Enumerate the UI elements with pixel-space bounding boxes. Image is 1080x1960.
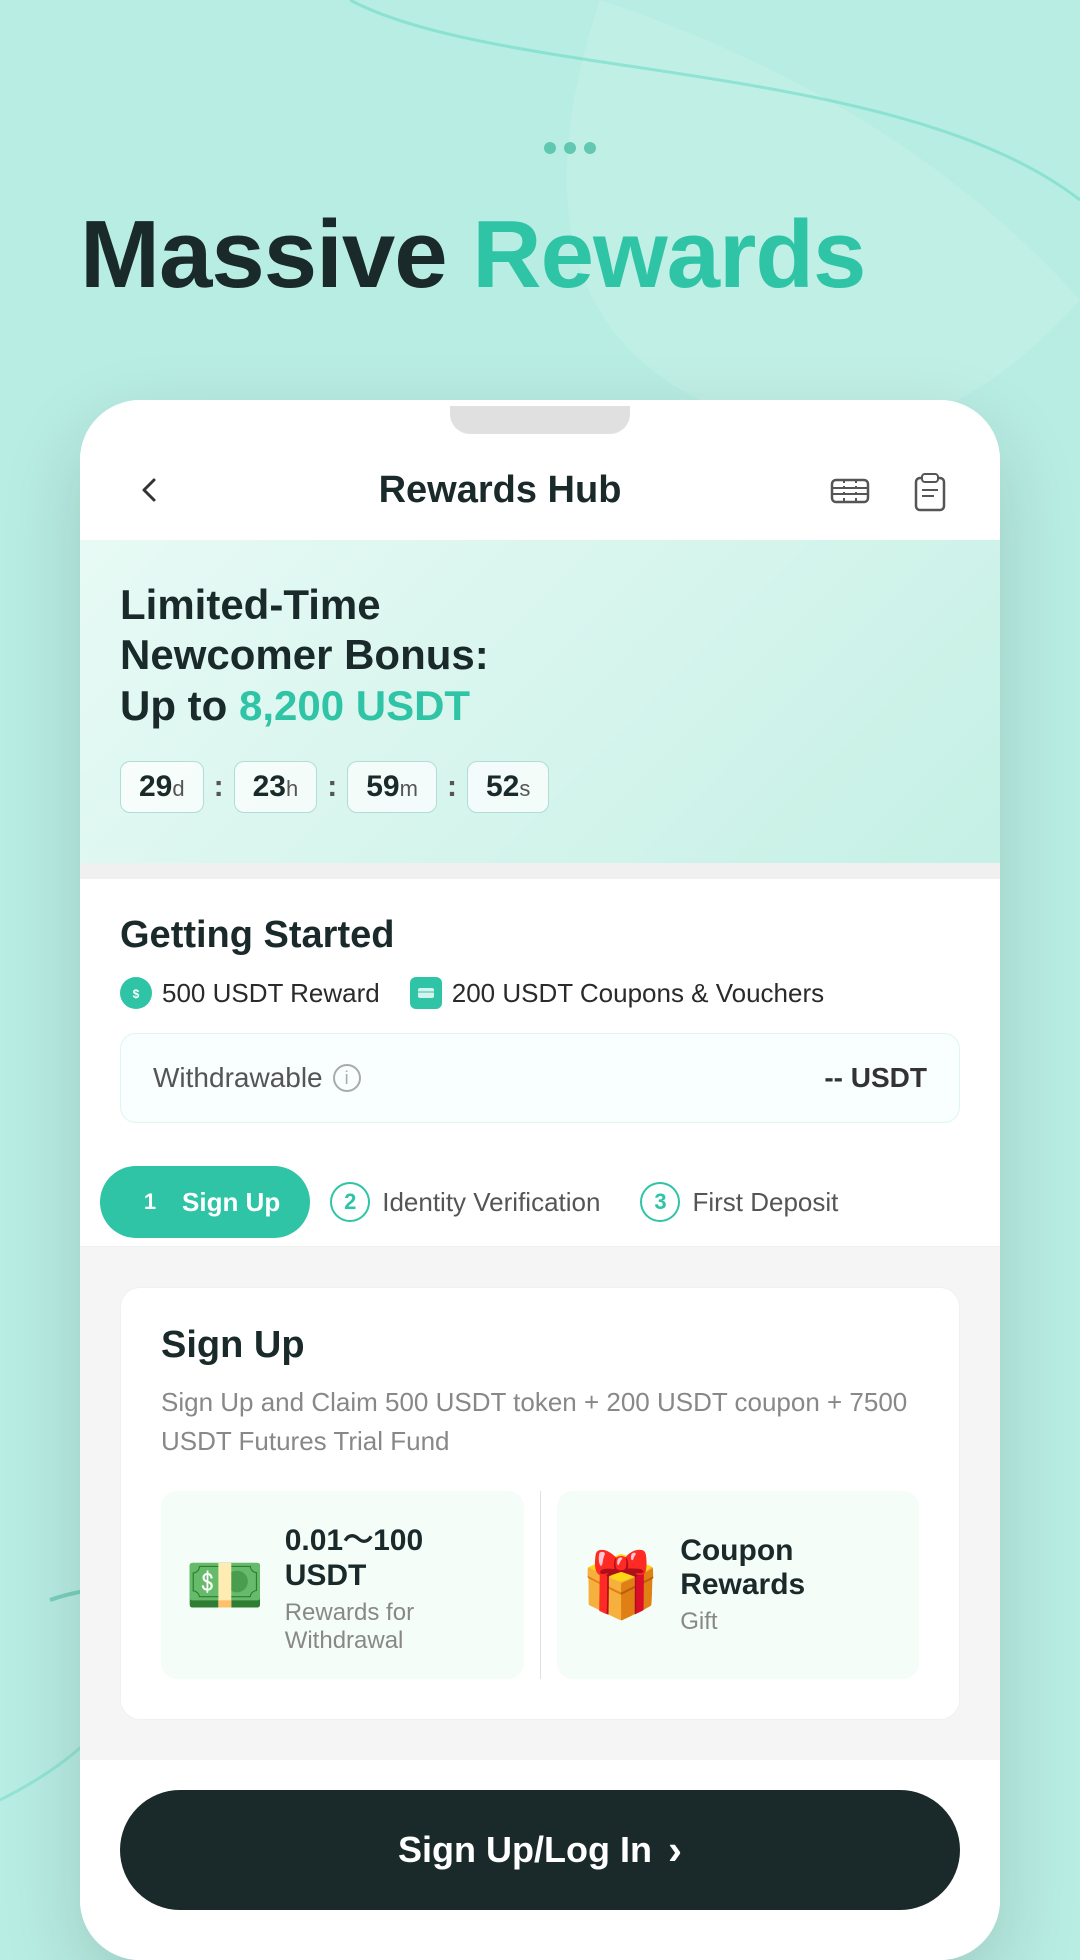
hero-highlight: Rewards xyxy=(472,201,865,308)
bottom-cta-section: Sign Up/Log In › xyxy=(80,1760,1000,1960)
signup-card-desc: Sign Up and Claim 500 USDT token + 200 U… xyxy=(161,1383,919,1461)
withdrawal-desc: Rewards forWithdrawal xyxy=(285,1599,423,1655)
withdrawable-value: -- USDT xyxy=(824,1062,927,1094)
nav-icons xyxy=(820,460,960,520)
countdown-timer: 29d : 23h : 59m : 52s xyxy=(120,761,960,813)
reward-badges: $ 500 USDT Reward 200 USDT Coupons & Vou… xyxy=(120,977,960,1009)
tab-signup-number: 1 xyxy=(130,1182,170,1222)
tab-identity[interactable]: 2 Identity Verification xyxy=(310,1158,620,1246)
coupon-reward-label: 200 USDT Coupons & Vouchers xyxy=(452,978,824,1009)
banner-amount: 8,200 USDT xyxy=(239,682,470,729)
banner-amount-prefix: Up to xyxy=(120,682,239,729)
withdrawable-row: Withdrawable i -- USDT xyxy=(120,1033,960,1123)
tab-signup-label: Sign Up xyxy=(182,1187,280,1218)
tab-signup[interactable]: 1 Sign Up xyxy=(100,1166,310,1238)
section-divider-1 xyxy=(80,863,1000,879)
withdrawable-label: Withdrawable i xyxy=(153,1062,361,1094)
cta-arrow: › xyxy=(668,1826,682,1874)
withdrawal-emoji: 💵 xyxy=(185,1553,265,1617)
nav-title: Rewards Hub xyxy=(379,469,622,512)
tab-deposit[interactable]: 3 First Deposit xyxy=(620,1158,858,1246)
banner-title: Limited-Time Newcomer Bonus: Up to 8,200… xyxy=(120,580,960,731)
tab-deposit-label: First Deposit xyxy=(692,1187,838,1218)
coupon-info: CouponRewards Gift xyxy=(680,1534,805,1636)
timer-hours: 23h xyxy=(234,761,318,813)
timer-seconds: 52s xyxy=(467,761,549,813)
coupon-icon-button[interactable] xyxy=(820,460,880,520)
usdt-reward-label: 500 USDT Reward xyxy=(162,978,380,1009)
coupon-emoji: 🎁 xyxy=(581,1553,661,1617)
signup-wrapper: Sign Up Sign Up and Claim 500 USDT token… xyxy=(80,1247,1000,1760)
coupon-reward-icon xyxy=(410,977,442,1009)
timer-minutes: 59m xyxy=(347,761,437,813)
banner-section: Limited-Time Newcomer Bonus: Up to 8,200… xyxy=(80,540,1000,863)
tab-identity-label: Identity Verification xyxy=(382,1187,600,1218)
signup-content-card: Sign Up Sign Up and Claim 500 USDT token… xyxy=(120,1287,960,1720)
getting-started-section: Getting Started $ 500 USDT Reward xyxy=(80,879,1000,1158)
getting-started-title: Getting Started xyxy=(120,914,960,957)
coupon-desc: Gift xyxy=(680,1608,805,1636)
svg-text:$: $ xyxy=(133,987,140,1001)
phone-notch xyxy=(450,406,630,434)
reward-card-withdrawal: 💵 0.01～100USDT Rewards forWithdrawal xyxy=(161,1491,524,1679)
timer-colon-3: : xyxy=(447,770,457,804)
coupon-amount: CouponRewards xyxy=(680,1534,805,1602)
withdrawal-info: 0.01～100USDT Rewards forWithdrawal xyxy=(285,1515,423,1655)
hero-title: Massive Rewards xyxy=(80,200,865,310)
step-tabs: 1 Sign Up 2 Identity Verification 3 Firs… xyxy=(80,1158,1000,1247)
banner-line2: Newcomer Bonus: xyxy=(120,631,489,678)
signup-card-title: Sign Up xyxy=(161,1324,919,1367)
cta-label: Sign Up/Log In xyxy=(398,1829,652,1871)
hero-prefix: Massive xyxy=(80,201,472,308)
usdt-reward-icon: $ xyxy=(120,977,152,1009)
phone-mockup: Rewards Hub xyxy=(80,400,1000,1960)
status-bar xyxy=(80,400,1000,440)
nav-bar: Rewards Hub xyxy=(80,440,1000,540)
reward-badge-coupon: 200 USDT Coupons & Vouchers xyxy=(410,977,824,1009)
tab-deposit-number: 3 xyxy=(640,1182,680,1222)
timer-colon-2: : xyxy=(327,770,337,804)
banner-line1: Limited-Time xyxy=(120,581,381,628)
rewards-grid: 💵 0.01～100USDT Rewards forWithdrawal 🎁 C… xyxy=(161,1491,919,1679)
signup-login-button[interactable]: Sign Up/Log In › xyxy=(120,1790,960,1910)
clipboard-icon-button[interactable] xyxy=(900,460,960,520)
timer-days: 29d xyxy=(120,761,204,813)
back-button[interactable] xyxy=(120,460,180,520)
timer-colon-1: : xyxy=(214,770,224,804)
info-icon[interactable]: i xyxy=(333,1064,361,1092)
reward-card-coupon: 🎁 CouponRewards Gift xyxy=(557,1491,920,1679)
reward-badge-usdt: $ 500 USDT Reward xyxy=(120,977,380,1009)
withdrawal-amount: 0.01～100USDT xyxy=(285,1515,423,1593)
card-divider xyxy=(540,1491,541,1679)
tab-identity-number: 2 xyxy=(330,1182,370,1222)
